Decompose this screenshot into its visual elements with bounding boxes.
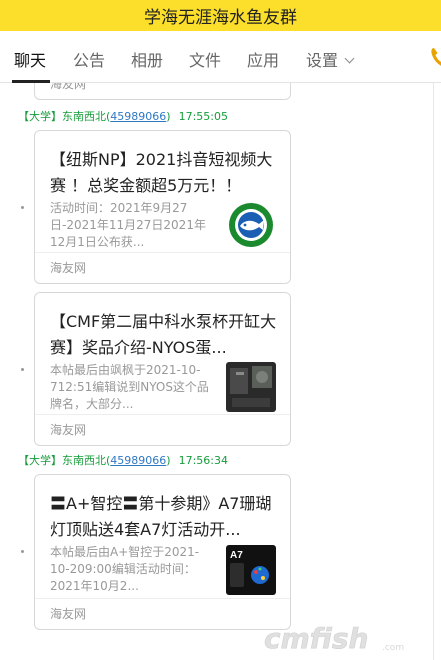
- tab-album[interactable]: 相册: [131, 51, 163, 71]
- fish-club-logo-icon: [226, 200, 276, 250]
- card-source: 海友网: [35, 252, 290, 283]
- a7-lamp-photo-icon: A7: [226, 545, 276, 595]
- svg-text:cmfish: cmfish: [264, 622, 368, 655]
- card-description: 本帖最后由飒枫于2021-10-712:51编辑说到NYOS这个品牌名，大部分.…: [50, 363, 209, 411]
- card-title: 【CMF第二届中科水泵杯开缸大赛】奖品介绍-NYOS蛋...: [50, 312, 277, 357]
- chevron-down-icon: [344, 53, 355, 64]
- tab-apps[interactable]: 应用: [247, 51, 279, 71]
- sender-qq-link[interactable]: 45989066: [110, 110, 166, 123]
- shared-link-card-partial[interactable]: 海友网: [34, 83, 291, 100]
- sender-qq-link[interactable]: 45989066: [110, 454, 166, 467]
- card-title: 【纽斯NP】2021抖音短视频大赛 ！总奖金额超5万元！！: [50, 150, 273, 195]
- tab-settings-label: 设置: [306, 51, 339, 70]
- card-source: 海友网: [35, 414, 290, 445]
- svg-text:A7: A7: [230, 550, 243, 561]
- phone-icon[interactable]: [430, 47, 441, 69]
- card-source: 海友网: [35, 598, 290, 629]
- tab-files[interactable]: 文件: [189, 51, 221, 71]
- sender-name-close: ): [166, 454, 171, 467]
- chat-message-stream[interactable]: 海友网 【大学】东南西北(45989066) 17:55:05 【纽斯NP】202…: [0, 83, 441, 660]
- message-time: 17:55:05: [178, 110, 228, 123]
- message-bullet: [21, 206, 24, 209]
- card-description: 本帖最后由A+智控于2021-10-209:00编辑活动时间：2021年10月2…: [50, 545, 200, 593]
- sender-name: 【大学】东南西北(: [18, 454, 111, 467]
- sender-name: 【大学】东南西北(: [18, 110, 111, 123]
- message-sender: 【大学】东南西北(45989066) 17:56:34: [18, 454, 228, 468]
- svg-text:.com: .com: [382, 643, 404, 653]
- message-bullet: [21, 368, 24, 371]
- window-title-bar: 学海无涯海水鱼友群: [0, 0, 441, 31]
- tab-bar: 聊天 公告 相册 文件 应用 设置: [0, 31, 441, 83]
- site-watermark: cmfish .com: [262, 620, 432, 656]
- tab-announcements[interactable]: 公告: [73, 51, 105, 71]
- sender-name-close: ): [166, 110, 171, 123]
- tab-chat[interactable]: 聊天: [14, 51, 46, 71]
- message-sender: 【大学】东南西北(45989066) 17:55:05: [18, 110, 228, 124]
- card-description: 活动时间：2021年9月27日-2021年11月27日2021年12月1日公布获…: [50, 201, 206, 249]
- product-photo-icon: [226, 362, 276, 412]
- message-time: 17:56:34: [178, 454, 228, 467]
- tab-settings[interactable]: 设置: [306, 51, 355, 71]
- card-source: 海友网: [50, 83, 87, 91]
- group-title: 学海无涯海水鱼友群: [144, 8, 297, 28]
- card-title: 〓A+智控〓第十参期》A7珊瑚灯顶贴送4套A7灯活动开...: [50, 494, 272, 539]
- message-bullet: [21, 550, 24, 553]
- scrollbar-track[interactable]: [433, 83, 434, 660]
- shared-link-card[interactable]: 【纽斯NP】2021抖音短视频大赛 ！总奖金额超5万元！！ 活动时间：2021年…: [34, 130, 291, 284]
- shared-link-card[interactable]: 〓A+智控〓第十参期》A7珊瑚灯顶贴送4套A7灯活动开... 本帖最后由A+智控…: [34, 474, 291, 630]
- shared-link-card[interactable]: 【CMF第二届中科水泵杯开缸大赛】奖品介绍-NYOS蛋... 本帖最后由飒枫于2…: [34, 292, 291, 446]
